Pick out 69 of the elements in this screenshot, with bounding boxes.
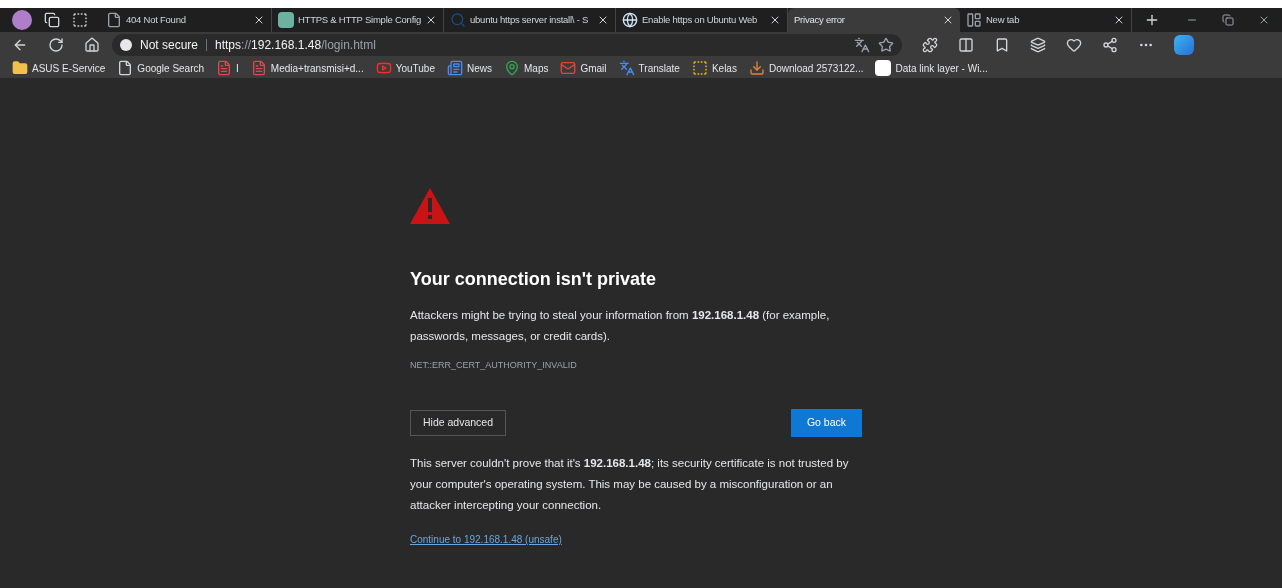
collections-icon[interactable] (1030, 37, 1046, 53)
new-tab-icon (966, 12, 982, 28)
hide-advanced-button[interactable]: Hide advanced (410, 409, 507, 436)
tab-title: New tab (986, 12, 1021, 27)
tab-title: 404 Not Found (126, 12, 187, 27)
board-icon (691, 60, 708, 76)
close-icon[interactable] (597, 14, 609, 26)
go-back-button[interactable]: Go back (790, 408, 862, 437)
globe-icon (622, 12, 638, 28)
browser-tab[interactable]: Privacy error (788, 8, 960, 32)
bookmark-item[interactable]: Google Search (117, 60, 205, 76)
error-code: NET::ERR_CERT_AUTHORITY_INVALID (410, 359, 578, 372)
close-icon[interactable] (425, 14, 437, 26)
document-icon (250, 60, 267, 76)
close-icon[interactable] (1258, 14, 1270, 26)
restore-icon[interactable] (1222, 14, 1234, 26)
extensions-icon[interactable] (922, 37, 938, 53)
favorites-icon[interactable] (994, 37, 1010, 53)
document-icon (216, 60, 233, 76)
bookmark-item[interactable]: I (216, 60, 239, 76)
profile-avatar[interactable] (12, 10, 32, 30)
share-icon[interactable] (1102, 37, 1118, 53)
bookmark-item[interactable]: News (447, 60, 492, 76)
proceed-link[interactable]: Continue to 192.168.1.48 (unsafe) (410, 531, 562, 547)
bookmark-item[interactable]: Gmail (560, 60, 607, 76)
bookmark-item[interactable]: Kelas (691, 60, 737, 76)
read-aloud-icon[interactable] (854, 37, 870, 53)
page-icon (106, 12, 122, 28)
translate-icon (618, 60, 635, 76)
bookmark-item[interactable]: Data link layer - Wi... (875, 60, 988, 76)
workspaces-icon[interactable] (44, 12, 60, 28)
bookmark-item[interactable]: ASUS E-Service (12, 60, 106, 76)
page-icon (117, 60, 134, 76)
folder-icon (12, 60, 28, 76)
security-label[interactable]: Not secure (140, 36, 199, 54)
tab-actions-icon[interactable] (72, 12, 88, 28)
play-icon (375, 60, 392, 76)
back-icon[interactable] (12, 37, 28, 53)
bookmark-item[interactable]: YouTube (375, 60, 435, 76)
copilot-icon[interactable] (1174, 35, 1194, 55)
newspaper-icon (447, 60, 463, 76)
tab-title: Enable https on Ubuntu Web (642, 12, 759, 27)
bookmark-item[interactable]: Media+transmisi+d... (250, 60, 364, 76)
search-icon (450, 12, 466, 28)
details-text: This server couldn't prove that it's 192.168.1.48; its security certificate is not trusted by your computer's operating system. This may be caused by a misconfiguration or an attacker intercepting your connection. (410, 455, 850, 513)
error-heading: Your connection isn't private (410, 268, 657, 291)
reload-icon[interactable] (48, 37, 64, 53)
star-icon[interactable] (878, 37, 894, 53)
tab-title: HTTPS & HTTP Simple Config (298, 12, 421, 27)
close-icon[interactable] (253, 14, 265, 26)
map-pin-icon (504, 60, 520, 76)
bookmark-item[interactable]: Translate (618, 60, 680, 76)
tab-title: ubuntu https server install\ - S (470, 12, 590, 27)
bookmark-item[interactable]: Download 2573122... (748, 60, 864, 76)
bookmark-item[interactable]: Maps (504, 60, 549, 76)
intro-text: Attackers might be trying to steal your information from 192.168.1.48 (for example, passwords, messages, or credit cards). (410, 308, 831, 344)
close-icon[interactable] (1113, 14, 1125, 26)
download-icon (748, 60, 765, 76)
home-icon[interactable] (84, 37, 100, 53)
address-field[interactable]: Not secure https://192.168.1.48/login.html (112, 34, 902, 56)
mail-icon (560, 60, 577, 76)
close-icon[interactable] (942, 14, 954, 26)
close-icon[interactable] (769, 14, 781, 26)
heart-icon[interactable] (1066, 37, 1082, 53)
tab-title: Privacy error (794, 12, 846, 27)
url-text: https://192.168.1.48/login.html (215, 37, 376, 54)
split-screen-icon[interactable] (958, 37, 974, 53)
app-icon (278, 12, 294, 28)
new-tab-icon[interactable] (1144, 12, 1160, 28)
